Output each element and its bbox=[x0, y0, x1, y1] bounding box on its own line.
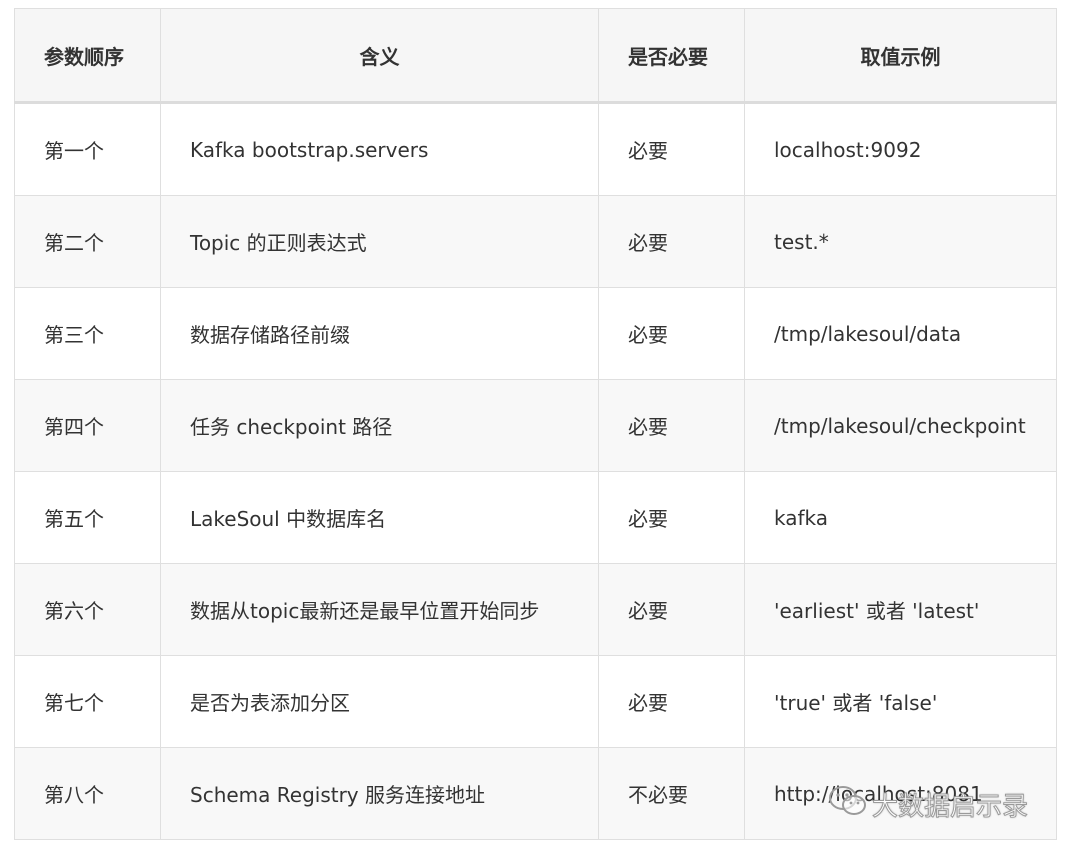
table-row: 第六个 数据从topic最新还是最早位置开始同步 必要 'earliest' 或… bbox=[14, 563, 1057, 656]
table-row: 第七个 是否为表添加分区 必要 'true' 或者 'false' bbox=[14, 655, 1057, 748]
cell-example-value: /tmp/lakesoul/checkpoint bbox=[744, 379, 1057, 472]
cell-param-order: 第五个 bbox=[14, 471, 161, 564]
table-row: 第五个 LakeSoul 中数据库名 必要 kafka bbox=[14, 471, 1057, 564]
cell-param-order: 第四个 bbox=[14, 379, 161, 472]
cell-required: 必要 bbox=[598, 195, 745, 288]
cell-example-value: 'true' 或者 'false' bbox=[744, 655, 1057, 748]
cell-required: 必要 bbox=[598, 379, 745, 472]
header-example-value: 取值示例 bbox=[744, 8, 1057, 104]
table-row: 第三个 数据存储路径前缀 必要 /tmp/lakesoul/data bbox=[14, 287, 1057, 380]
cell-required: 必要 bbox=[598, 471, 745, 564]
cell-example-value: kafka bbox=[744, 471, 1057, 564]
cell-required: 不必要 bbox=[598, 747, 745, 840]
cell-meaning: LakeSoul 中数据库名 bbox=[160, 471, 599, 564]
cell-meaning: 任务 checkpoint 路径 bbox=[160, 379, 599, 472]
cell-example-value: localhost:9092 bbox=[744, 102, 1057, 196]
cell-required: 必要 bbox=[598, 655, 745, 748]
cell-meaning: Topic 的正则表达式 bbox=[160, 195, 599, 288]
header-param-order: 参数顺序 bbox=[14, 8, 161, 104]
table-row: 第八个 Schema Registry 服务连接地址 不必要 http://lo… bbox=[14, 747, 1057, 840]
table-row: 第一个 Kafka bootstrap.servers 必要 localhost… bbox=[14, 102, 1057, 196]
cell-meaning: Kafka bootstrap.servers bbox=[160, 102, 599, 196]
table-row: 第四个 任务 checkpoint 路径 必要 /tmp/lakesoul/ch… bbox=[14, 379, 1057, 472]
cell-meaning: Schema Registry 服务连接地址 bbox=[160, 747, 599, 840]
cell-example-value: test.* bbox=[744, 195, 1057, 288]
cell-param-order: 第一个 bbox=[14, 102, 161, 196]
parameter-table: 参数顺序 含义 是否必要 取值示例 第一个 Kafka bootstrap.se… bbox=[14, 8, 1057, 840]
cell-required: 必要 bbox=[598, 287, 745, 380]
cell-meaning: 是否为表添加分区 bbox=[160, 655, 599, 748]
cell-param-order: 第二个 bbox=[14, 195, 161, 288]
cell-example-value: http://localhost:8081 bbox=[744, 747, 1057, 840]
cell-param-order: 第八个 bbox=[14, 747, 161, 840]
header-required: 是否必要 bbox=[598, 8, 745, 104]
cell-meaning: 数据存储路径前缀 bbox=[160, 287, 599, 380]
cell-required: 必要 bbox=[598, 563, 745, 656]
table-row: 第二个 Topic 的正则表达式 必要 test.* bbox=[14, 195, 1057, 288]
cell-param-order: 第七个 bbox=[14, 655, 161, 748]
cell-param-order: 第六个 bbox=[14, 563, 161, 656]
parameter-table-container: 参数顺序 含义 是否必要 取值示例 第一个 Kafka bootstrap.se… bbox=[14, 8, 1057, 840]
cell-meaning: 数据从topic最新还是最早位置开始同步 bbox=[160, 563, 599, 656]
header-meaning: 含义 bbox=[160, 8, 599, 104]
cell-required: 必要 bbox=[598, 102, 745, 196]
table-header-row: 参数顺序 含义 是否必要 取值示例 bbox=[14, 8, 1057, 104]
cell-example-value: /tmp/lakesoul/data bbox=[744, 287, 1057, 380]
cell-param-order: 第三个 bbox=[14, 287, 161, 380]
cell-example-value: 'earliest' 或者 'latest' bbox=[744, 563, 1057, 656]
